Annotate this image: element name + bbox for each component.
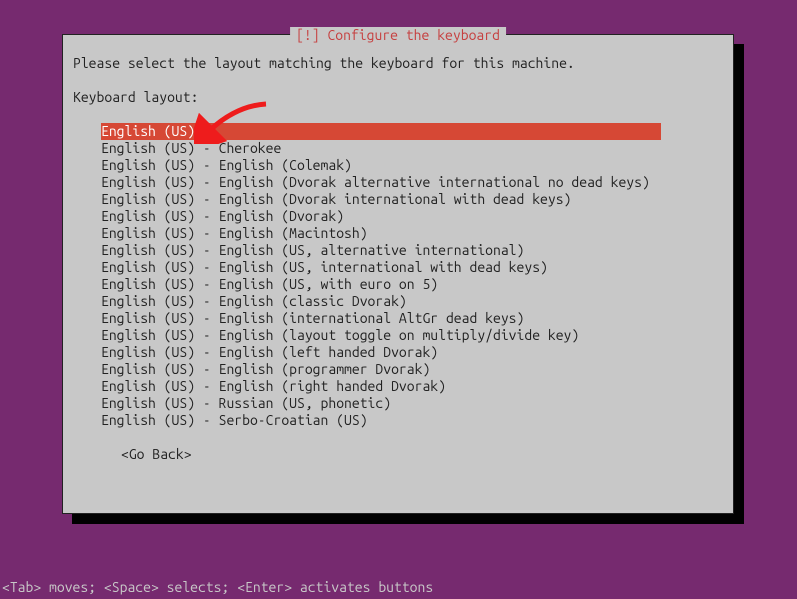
list-item[interactable]: English (US) - English (Dvorak internati…	[101, 191, 723, 208]
list-item[interactable]: English (US) - English (international Al…	[101, 310, 723, 327]
keyboard-layout-label: Keyboard layout:	[73, 89, 723, 106]
list-item[interactable]: English (US)	[101, 123, 661, 140]
list-item[interactable]: English (US) - Serbo-Croatian (US)	[101, 412, 723, 429]
list-item[interactable]: English (US) - English (Macintosh)	[101, 225, 723, 242]
dialog-title: [!] Configure the keyboard	[290, 27, 506, 43]
dialog-content: Please select the layout matching the ke…	[63, 35, 733, 473]
list-item[interactable]: English (US) - English (layout toggle on…	[101, 327, 723, 344]
list-item[interactable]: English (US) - English (US, internationa…	[101, 259, 723, 276]
list-item[interactable]: English (US) - English (programmer Dvora…	[101, 361, 723, 378]
list-item[interactable]: English (US) - English (Dvorak alternati…	[101, 174, 723, 191]
prompt-text: Please select the layout matching the ke…	[73, 55, 723, 72]
list-item[interactable]: English (US) - English (left handed Dvor…	[101, 344, 723, 361]
list-item[interactable]: English (US) - English (classic Dvorak)	[101, 293, 723, 310]
dialog: [!] Configure the keyboard Please select…	[62, 34, 734, 514]
list-item[interactable]: English (US) - English (US, with euro on…	[101, 276, 723, 293]
layout-list[interactable]: English (US)English (US) - CherokeeEngli…	[101, 123, 723, 429]
list-item[interactable]: English (US) - Russian (US, phonetic)	[101, 395, 723, 412]
go-back-button[interactable]: <Go Back>	[121, 446, 723, 463]
statusbar: <Tab> moves; <Space> selects; <Enter> ac…	[0, 579, 435, 595]
list-item[interactable]: English (US) - English (US, alternative …	[101, 242, 723, 259]
list-item[interactable]: English (US) - English (right handed Dvo…	[101, 378, 723, 395]
title-prefix: [!]	[296, 27, 320, 43]
list-item[interactable]: English (US) - English (Dvorak)	[101, 208, 723, 225]
list-item[interactable]: English (US) - Cherokee	[101, 140, 723, 157]
list-item[interactable]: English (US) - English (Colemak)	[101, 157, 723, 174]
title-text: Configure the keyboard	[327, 27, 499, 43]
